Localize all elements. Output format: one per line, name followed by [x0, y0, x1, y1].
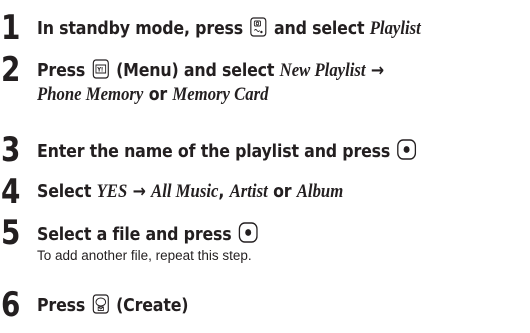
step-number: 2 — [1, 50, 20, 90]
step-number: 6 — [1, 285, 20, 325]
camera-music-key-icon — [250, 17, 267, 37]
center-key-icon — [238, 222, 258, 243]
step-instruction: Press Y! (Menu) and select New Playlist … — [37, 59, 385, 81]
step-instruction: Press (Create) — [37, 294, 189, 316]
step-number: 4 — [1, 172, 20, 212]
step-number: 1 — [1, 8, 20, 48]
step-instruction: Select YES → All Music, Artist or Album — [37, 181, 344, 202]
step-instruction-continued: Phone Memory or Memory Card — [37, 84, 269, 105]
mail-key-icon — [92, 294, 109, 314]
step-instruction: Select a file and press — [37, 222, 260, 246]
svg-text:Y!: Y! — [96, 67, 103, 73]
step-number: 5 — [1, 213, 20, 253]
menu-key-icon: Y! — [92, 59, 109, 79]
step-instruction: In standby mode, press and select Playli… — [37, 17, 421, 39]
step-number: 3 — [1, 130, 20, 170]
step-instruction: Enter the name of the playlist and press — [37, 139, 418, 163]
center-key-icon — [397, 139, 417, 160]
step-note: To add another file, repeat this step. — [37, 248, 252, 263]
